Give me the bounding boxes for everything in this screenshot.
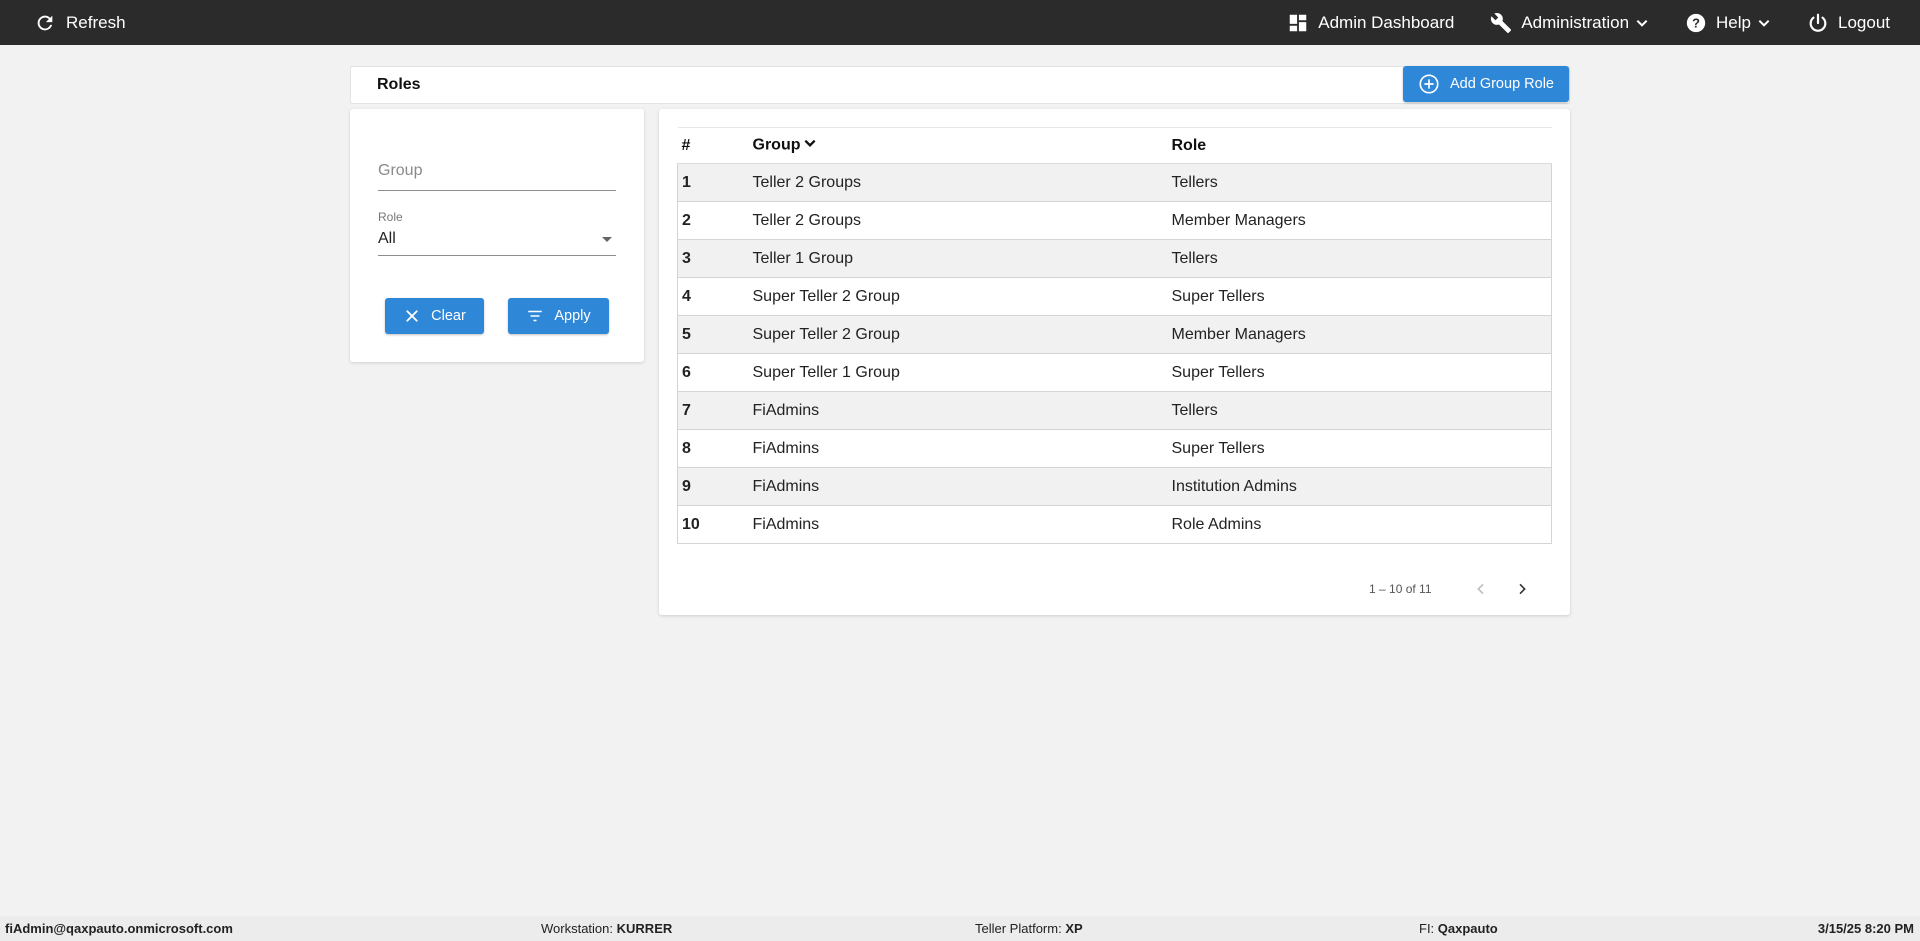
row-number: 4 [677,277,753,316]
column-header-role: Role [1171,127,1552,164]
table-row[interactable]: 9 FiAdmins Institution Admins [677,467,1552,506]
apply-button[interactable]: Apply [508,298,609,334]
chevron-right-icon [1519,583,1526,595]
row-role: Tellers [1171,163,1552,202]
row-number: 7 [677,391,753,430]
row-role: Member Managers [1171,201,1552,240]
row-group: Super Teller 2 Group [752,315,1172,354]
column-header-group[interactable]: Group [752,127,1172,164]
table-row[interactable]: 10 FiAdmins Role Admins [677,505,1552,544]
clear-button[interactable]: Clear [385,298,484,334]
roles-table-panel: # Group Role 1 Teller 2 Groups Tellers 2 Te… [659,109,1570,615]
roles-table: # Group Role 1 Teller 2 Groups Tellers 2 Te… [677,127,1552,544]
row-role: Tellers [1171,239,1552,278]
row-role: Super Tellers [1171,277,1552,316]
row-group: FiAdmins [752,429,1172,468]
table-row[interactable]: 2 Teller 2 Groups Member Managers [677,201,1552,240]
main-nav: Admin Dashboard Administration ? Help Lo… [1287,0,1890,45]
table-header-row: # Group Role [677,127,1552,164]
row-group: Teller 1 Group [752,239,1172,278]
row-role: Role Admins [1171,505,1552,544]
table-row[interactable]: 8 FiAdmins Super Tellers [677,429,1552,468]
filter-panel: Role All Clear Apply [350,109,644,362]
roles-header-bar: Roles [350,66,1570,104]
add-circle-icon [1419,74,1439,94]
role-filter-value: All [378,230,396,247]
footer-workstation: Workstation: KURRER [541,921,673,936]
help-icon: ? [1685,12,1707,34]
page-title: Roles [377,76,421,93]
status-footer: fiAdmin@qaxpauto.onmicrosoft.com Worksta… [0,916,1920,941]
nav-administration[interactable]: Administration [1490,12,1649,34]
apply-label: Apply [554,308,591,324]
row-group: FiAdmins [752,467,1172,506]
row-number: 5 [677,315,753,354]
table-row[interactable]: 7 FiAdmins Tellers [677,391,1552,430]
top-navigation-bar: Refresh Admin Dashboard Administration ?… [0,0,1920,45]
filter-icon [528,310,543,322]
close-icon [406,310,419,322]
row-group: Super Teller 1 Group [752,353,1172,392]
table-row[interactable]: 1 Teller 2 Groups Tellers [677,163,1552,202]
row-number: 6 [677,353,753,392]
add-group-role-label: Add Group Role [1450,76,1554,92]
row-group: Teller 2 Groups [752,163,1172,202]
role-filter-label: Role [378,210,403,224]
footer-datetime: 3/15/25 8:20 PM [1817,921,1914,936]
refresh-label: Refresh [66,12,126,32]
add-group-role-button[interactable]: Add Group Role [1403,66,1569,102]
clear-label: Clear [431,308,466,324]
svg-text:?: ? [1692,15,1700,30]
refresh-button[interactable]: Refresh [34,0,126,45]
group-filter-input[interactable] [378,151,616,190]
table-row[interactable]: 5 Super Teller 2 Group Member Managers [677,315,1552,354]
footer-teller-platform: Teller Platform: XP [975,921,1083,936]
nav-admin-dashboard-label: Admin Dashboard [1318,12,1455,32]
role-filter-select[interactable]: Role All [378,201,616,256]
row-number: 9 [677,467,753,506]
row-group: Super Teller 2 Group [752,277,1172,316]
nav-help-label: Help [1716,12,1751,32]
chevron-left-icon [1477,583,1484,595]
row-role: Tellers [1171,391,1552,430]
previous-page-button[interactable] [1469,577,1493,601]
refresh-icon [34,12,56,34]
nav-administration-label: Administration [1521,12,1630,32]
table-row[interactable]: 6 Super Teller 1 Group Super Tellers [677,353,1552,392]
chevron-down-icon [1635,16,1649,30]
row-number: 1 [677,163,753,202]
pagination-range: 1 – 10 of 11 [1369,582,1432,596]
sort-descending-icon [803,136,817,155]
row-number: 8 [677,429,753,468]
nav-logout-label: Logout [1838,12,1890,32]
row-number: 10 [677,505,753,544]
group-filter-field[interactable] [378,151,616,191]
footer-user: fiAdmin@qaxpauto.onmicrosoft.com [5,921,233,936]
row-role: Institution Admins [1171,467,1552,506]
dashboard-icon [1287,12,1309,34]
dropdown-arrow-icon [602,237,612,242]
nav-help[interactable]: ? Help [1685,12,1771,34]
row-group: Teller 2 Groups [752,201,1172,240]
chevron-down-icon [1757,16,1771,30]
row-number: 3 [677,239,753,278]
nav-logout[interactable]: Logout [1807,12,1890,34]
row-group: FiAdmins [752,505,1172,544]
row-role: Member Managers [1171,315,1552,354]
row-role: Super Tellers [1171,429,1552,468]
row-role: Super Tellers [1171,353,1552,392]
next-page-button[interactable] [1510,577,1534,601]
column-header-number: # [677,127,753,164]
wrench-icon [1490,12,1512,34]
row-group: FiAdmins [752,391,1172,430]
footer-fi: FI: Qaxpauto [1419,921,1498,936]
table-row[interactable]: 4 Super Teller 2 Group Super Tellers [677,277,1552,316]
row-number: 2 [677,201,753,240]
nav-admin-dashboard[interactable]: Admin Dashboard [1287,12,1454,34]
table-row[interactable]: 3 Teller 1 Group Tellers [677,239,1552,278]
power-icon [1807,12,1829,34]
